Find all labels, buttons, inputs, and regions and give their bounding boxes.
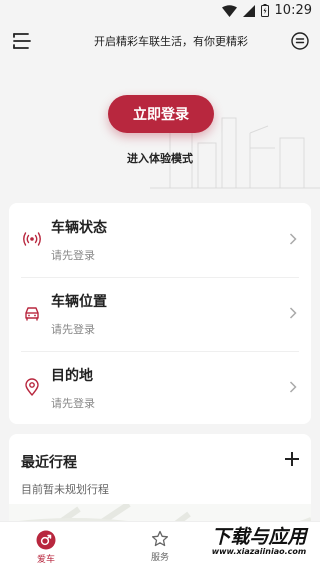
watermark-cn: 下载与应用: [211, 526, 308, 548]
vehicle-card: 车辆状态 请先登录 车辆位置 请先登录 目的地 请先登录: [9, 203, 311, 424]
site-watermark: 下载与应用 www.xiazaiiniao.com: [200, 523, 318, 557]
car-tab-icon: [36, 530, 56, 550]
status-time: 10:29: [274, 3, 312, 18]
recent-trips-empty-text: 目前暂未规划行程: [21, 483, 109, 496]
message-icon[interactable]: [290, 31, 310, 51]
status-bar: 10:29: [0, 0, 320, 24]
destination-row[interactable]: 目的地 请先登录: [9, 351, 311, 424]
tab-service-label: 服务: [150, 553, 169, 563]
vehicle-status-title: 车辆状态: [51, 220, 107, 236]
chevron-right-icon: [289, 233, 297, 245]
vehicle-location-title: 车辆位置: [51, 294, 107, 310]
signal-strength-icon: [242, 4, 255, 17]
destination-subtitle: 请先登录: [51, 397, 95, 410]
status-icons: 10:29: [221, 3, 312, 18]
chevron-right-icon: [289, 381, 297, 393]
car-icon: [25, 307, 39, 321]
vehicle-status-subtitle: 请先登录: [51, 249, 95, 262]
destination-title: 目的地: [51, 368, 93, 384]
trial-mode-link[interactable]: 进入体验模式: [0, 150, 320, 166]
recent-trips-title: 最近行程: [21, 455, 77, 471]
header-slogan: 开启精彩车联生活，有你更精彩: [94, 35, 248, 48]
app-header: 开启精彩车联生活，有你更精彩: [0, 24, 320, 58]
vehicle-location-subtitle: 请先登录: [51, 323, 95, 336]
tab-service[interactable]: 服务: [130, 522, 190, 569]
menu-icon[interactable]: [12, 32, 32, 50]
vehicle-status-row[interactable]: 车辆状态 请先登录: [9, 203, 311, 276]
battery-icon: [260, 4, 269, 17]
star-icon: [151, 530, 169, 547]
wifi-icon: [221, 4, 237, 17]
tab-car[interactable]: 爱车: [16, 522, 76, 569]
tab-car-label: 爱车: [36, 555, 55, 565]
location-pin-icon: [25, 378, 39, 396]
signal-icon: [23, 232, 41, 246]
chevron-right-icon: [289, 307, 297, 319]
login-hero: 立即登录 进入体验模式: [0, 58, 320, 198]
vehicle-location-row[interactable]: 车辆位置 请先登录: [9, 277, 311, 350]
login-button[interactable]: 立即登录: [108, 95, 214, 133]
plus-icon[interactable]: [285, 452, 299, 466]
watermark-url: www.xiazaiiniao.com: [212, 547, 306, 556]
